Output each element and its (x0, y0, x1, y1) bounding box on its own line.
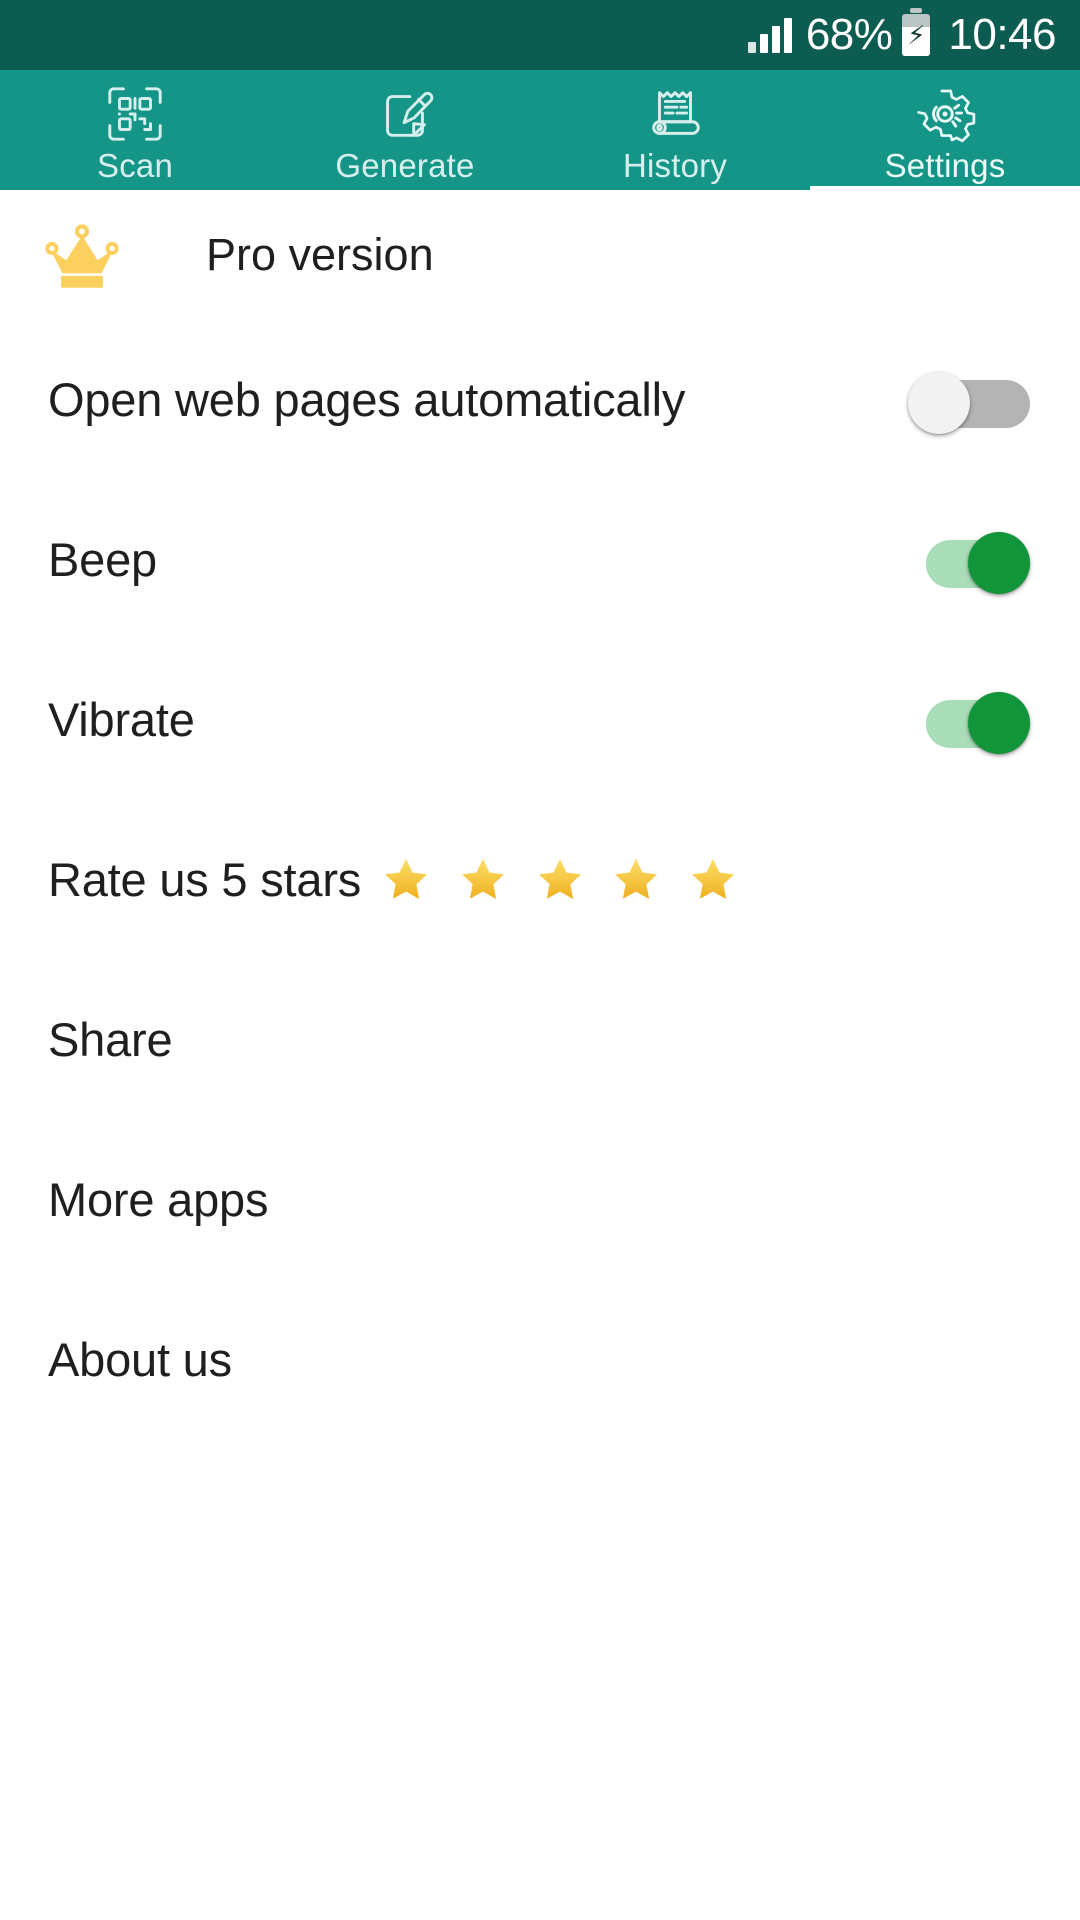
tab-scan-label: Scan (96, 146, 174, 184)
status-bar-clock: 10:46 (948, 10, 1056, 59)
share-label: Share (48, 1013, 173, 1067)
tab-history-label: History (622, 146, 728, 184)
settings-row-more-apps[interactable]: More apps (0, 1120, 1080, 1280)
qr-scan-icon (104, 83, 166, 145)
settings-row-vibrate[interactable]: Vibrate (0, 640, 1080, 800)
beep-label: Beep (48, 533, 157, 587)
gear-icon (914, 83, 976, 145)
rating-stars-icon (381, 855, 746, 905)
receipt-scroll-icon (644, 83, 706, 145)
pro-version-label: Pro version (206, 229, 434, 280)
toggle-knob (968, 532, 1030, 594)
edit-square-icon (374, 83, 436, 145)
battery-charging-icon: ⚡ (902, 14, 931, 56)
tab-scan[interactable]: Scan (0, 70, 270, 190)
tab-bar: Scan Generate History Settings (0, 70, 1080, 190)
charging-bolt-icon: ⚡ (907, 20, 926, 50)
settings-row-beep[interactable]: Beep (0, 480, 1080, 640)
battery-percent-label: 68% (805, 10, 893, 59)
about-us-label: About us (48, 1333, 232, 1387)
settings-row-rate-us[interactable]: Rate us 5 stars (0, 800, 1080, 960)
toggle-knob (968, 692, 1030, 754)
vibrate-toggle[interactable] (912, 692, 1032, 754)
toggle-knob (908, 372, 970, 434)
app-screen: 68% ⚡ 10:46 Scan Generate History Settin… (0, 0, 1080, 1920)
settings-row-pro-version[interactable]: Pro version (0, 190, 1080, 320)
settings-list: Pro version Open web pages automatically… (0, 190, 1080, 1920)
tab-history[interactable]: History (540, 70, 810, 190)
vibrate-label: Vibrate (48, 693, 195, 747)
open-web-pages-automatically-label: Open web pages automatically (48, 373, 686, 427)
tab-settings[interactable]: Settings (810, 70, 1080, 190)
tab-generate[interactable]: Generate (270, 70, 540, 190)
signal-bars-icon (747, 17, 792, 53)
beep-toggle[interactable] (912, 532, 1032, 594)
rate-us-label: Rate us 5 stars (48, 853, 362, 907)
status-bar: 68% ⚡ 10:46 (0, 0, 1080, 70)
settings-row-open-web-pages-automatically[interactable]: Open web pages automatically (0, 320, 1080, 480)
settings-row-about-us[interactable]: About us (0, 1280, 1080, 1440)
open-web-pages-automatically-toggle[interactable] (908, 372, 1032, 434)
crown-icon (40, 221, 136, 289)
settings-row-share[interactable]: Share (0, 960, 1080, 1120)
more-apps-label: More apps (48, 1173, 269, 1227)
tab-settings-label: Settings (884, 146, 1006, 184)
tab-generate-label: Generate (335, 146, 475, 184)
